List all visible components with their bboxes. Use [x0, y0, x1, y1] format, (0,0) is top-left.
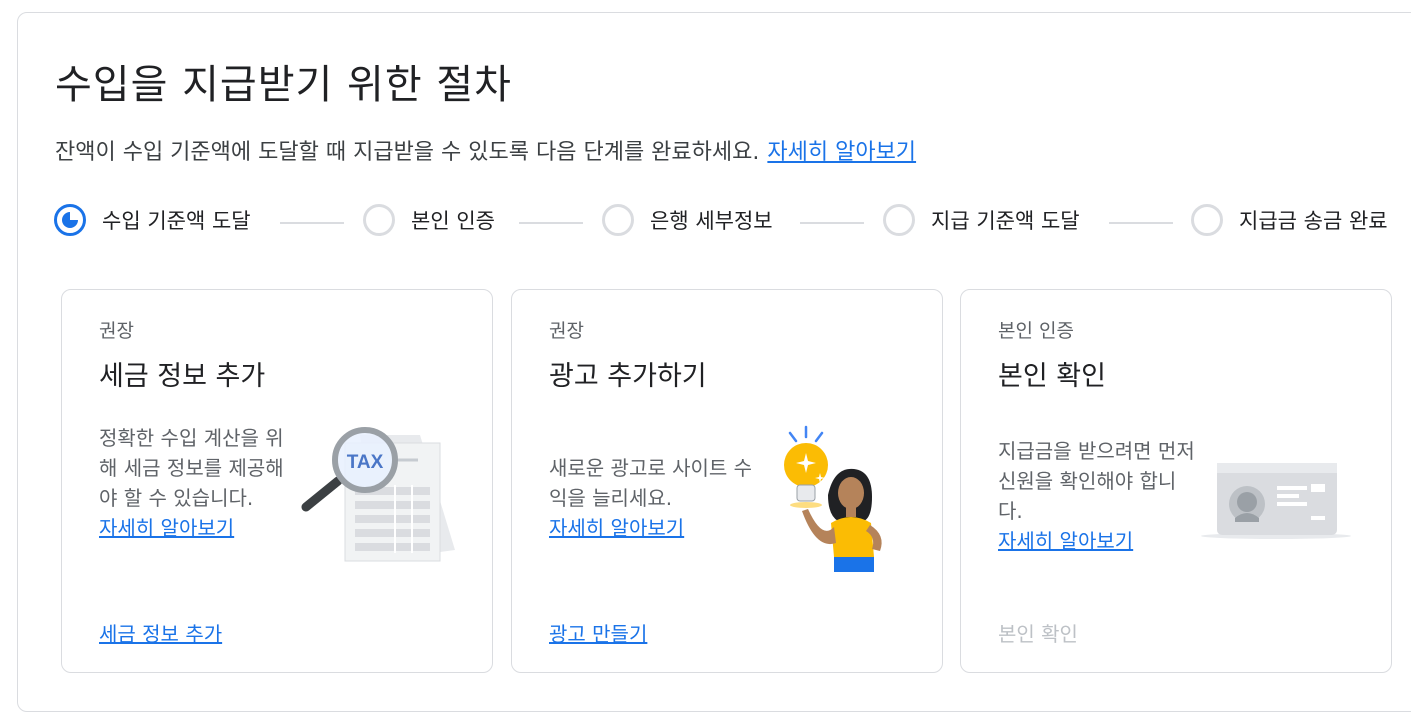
step-label: 지급금 송금 완료 [1239, 209, 1388, 233]
tax-label: TAX [347, 452, 384, 473]
card-eyebrow: 권장 [99, 320, 134, 342]
step-payment-sent: 지급금 송금 완료 [1191, 204, 1388, 236]
subtitle-text: 잔액이 수입 기준액에 도달할 때 지급받을 수 있도록 다음 단계를 완료하세… [55, 140, 760, 165]
lightbulb-person-icon [784, 425, 882, 572]
card-description: 지급금을 받으려면 먼저 신원을 확인해야 합니다. 자세히 알아보기 [998, 436, 1198, 556]
pending-circle-icon [883, 204, 915, 236]
learn-more-link[interactable]: 자세히 알아보기 [549, 516, 684, 540]
learn-more-link[interactable]: 자세히 알아보기 [998, 529, 1133, 553]
card-title: 본인 확인 [998, 361, 1106, 392]
pending-circle-icon [1191, 204, 1223, 236]
add-tax-info-button[interactable]: 세금 정보 추가 [99, 618, 222, 647]
step-label: 지급 기준액 도달 [931, 209, 1080, 233]
pending-circle-icon [363, 204, 395, 236]
in-progress-icon [54, 204, 86, 236]
card-add-ads: 권장 광고 추가하기 새로운 광고로 사이트 수익을 늘리세요. 자세히 알아보… [511, 289, 943, 673]
learn-more-link[interactable]: 자세히 알아보기 [99, 516, 234, 540]
step-earnings-threshold: 수입 기준액 도달 [54, 204, 251, 236]
step-connector [519, 222, 583, 224]
card-eyebrow: 본인 인증 [998, 320, 1074, 342]
step-label: 수입 기준액 도달 [102, 209, 251, 233]
learn-more-link[interactable]: 자세히 알아보기 [767, 140, 916, 165]
step-connector [800, 222, 864, 224]
step-payment-threshold: 지급 기준액 도달 [883, 204, 1080, 236]
step-label: 본인 인증 [411, 209, 495, 233]
pending-circle-icon [602, 204, 634, 236]
card-description: 정확한 수입 계산을 위해 세금 정보를 제공해야 할 수 있습니다. 자세히 … [99, 423, 299, 543]
page-title: 수입을 지급받기 위한 절차 [55, 62, 512, 108]
card-description: 새로운 광고로 사이트 수익을 늘리세요. 자세히 알아보기 [549, 453, 769, 543]
page-subtitle: 잔액이 수입 기준액에 도달할 때 지급받을 수 있도록 다음 단계를 완료하세… [55, 134, 916, 166]
card-verify-identity: 본인 인증 본인 확인 지급금을 받으려면 먼저 신원을 확인해야 합니다. 자… [960, 289, 1392, 673]
step-identity: 본인 인증 [363, 204, 495, 236]
verify-identity-button[interactable]: 본인 확인 [998, 618, 1078, 647]
card-title: 세금 정보 추가 [99, 361, 266, 392]
tax-document-magnifier-icon: TAX [301, 427, 455, 562]
card-description-text: 새로운 광고로 사이트 수익을 늘리세요. [549, 456, 753, 510]
card-description-text: 정확한 수입 계산을 위해 세금 정보를 제공해야 할 수 있습니다. [99, 426, 284, 510]
card-description-text: 지급금을 받으려면 먼저 신원을 확인해야 합니다. [998, 439, 1195, 523]
card-tax-info: 권장 세금 정보 추가 정확한 수입 계산을 위해 세금 정보를 제공해야 할 … [61, 289, 493, 673]
id-card-icon [1201, 463, 1351, 539]
step-connector [280, 222, 344, 224]
card-eyebrow: 권장 [549, 320, 584, 342]
step-bank-details: 은행 세부정보 [602, 204, 773, 236]
step-connector [1109, 222, 1173, 224]
create-ad-button[interactable]: 광고 만들기 [549, 618, 647, 647]
card-title: 광고 추가하기 [549, 361, 707, 392]
step-label: 은행 세부정보 [650, 209, 773, 233]
